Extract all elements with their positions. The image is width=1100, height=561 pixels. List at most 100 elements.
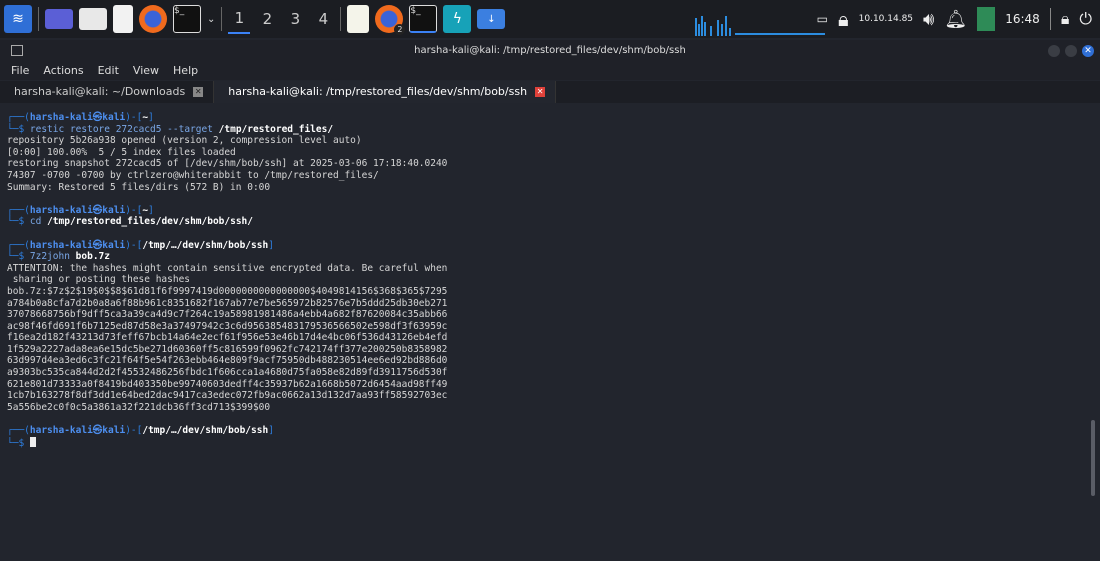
divider bbox=[340, 7, 342, 31]
prompt-user: harsha-kali㉿kali bbox=[29, 204, 126, 216]
tab-downloads[interactable]: harsha-kali@kali: ~/Downloads ✕ bbox=[0, 81, 215, 103]
prompt-frame: )-[ bbox=[125, 425, 143, 437]
maximize-button[interactable] bbox=[1065, 45, 1077, 57]
command-line: └─$ restic restore 272cacd5 --target /tm… bbox=[7, 124, 447, 136]
terminal-icon[interactable]: $_ bbox=[173, 5, 201, 33]
menu-view[interactable]: View bbox=[133, 62, 159, 80]
menu-edit[interactable]: Edit bbox=[98, 62, 119, 80]
minimize-button[interactable] bbox=[1048, 45, 1060, 57]
burp-window-icon[interactable]: ϟ bbox=[443, 5, 472, 33]
downloads-folder-icon[interactable]: ↓ bbox=[477, 9, 506, 29]
tab-bar: harsha-kali@kali: ~/Downloads ✕ harsha-ka… bbox=[0, 81, 1100, 103]
prompt-dollar: └─$ bbox=[7, 251, 30, 263]
prompt-frame: ] bbox=[148, 204, 154, 216]
window-title: harsha-kali@kali: /tmp/restored_files/de… bbox=[414, 45, 686, 56]
divider bbox=[38, 7, 39, 31]
volume-icon[interactable]: 🔊︎ bbox=[923, 9, 934, 30]
output-line: sharing or posting these hashes bbox=[7, 274, 191, 286]
system-tray: ▭ 🔒︎ 10.10.14.85 🔊︎ 🔔︎ 16:48 🔒︎ ⏻ bbox=[817, 0, 1092, 38]
logout-icon[interactable]: ⏻ bbox=[1079, 9, 1092, 29]
output-line: bob.7z:$7z$2$19$0$$8$61d81f6f9997419d000… bbox=[7, 285, 448, 297]
firefox-window-icon[interactable]: 2 bbox=[375, 5, 406, 35]
display-icon[interactable]: ▭ bbox=[817, 12, 828, 26]
output-line: restoring snapshot 272cacd5 of [/dev/shm… bbox=[7, 158, 448, 170]
prompt-frame: ] bbox=[268, 239, 274, 251]
prompt-frame: )-[ bbox=[125, 204, 143, 216]
terminal-window-icon[interactable]: $_ bbox=[409, 5, 438, 33]
prompt-user: harsha-kali㉿kali bbox=[29, 112, 126, 123]
chevron-down-icon[interactable]: ⌄ bbox=[207, 4, 215, 34]
battery-icon[interactable] bbox=[977, 7, 996, 31]
terminal-app-icon bbox=[11, 45, 23, 56]
prompt-line: ┌──(harsha-kali㉿kali)-[~] bbox=[7, 112, 447, 124]
prompt-user: harsha-kali㉿kali bbox=[29, 239, 126, 251]
command-name: cd bbox=[29, 216, 42, 228]
kali-menu-icon[interactable]: ≋ bbox=[4, 5, 32, 33]
text-editor-icon[interactable] bbox=[113, 5, 133, 33]
output-line: a784b0a8cfa7d2b0a8a6f88b961c8351682f167a… bbox=[7, 297, 448, 309]
command-name: 7z2john bbox=[29, 251, 70, 263]
prompt-frame: ┌──( bbox=[7, 425, 30, 437]
window-titlebar: harsha-kali@kali: /tmp/restored_files/de… bbox=[0, 40, 1100, 62]
clock[interactable]: 16:48 bbox=[1005, 12, 1040, 26]
command-line: └─$ cd /tmp/restored_files/dev/shm/bob/s… bbox=[7, 216, 447, 228]
workspace-4[interactable]: 4 bbox=[312, 4, 334, 34]
window-count-badge: 2 bbox=[394, 24, 406, 35]
output-line: ac98f46fd691f6b7125ed87d58e3a37497942c3c… bbox=[7, 320, 448, 332]
command-path-arg: /tmp/restored_files/dev/shm/bob/ssh/ bbox=[47, 216, 253, 228]
lock-screen-icon[interactable]: 🔒︎ bbox=[1061, 9, 1070, 29]
prompt-dollar: └─$ bbox=[7, 437, 30, 449]
tab-label: harsha-kali@kali: ~/Downloads bbox=[14, 85, 186, 98]
output-line: 1f529a2227ada8ea6e15dc5be271d60360ff5c81… bbox=[7, 343, 448, 355]
prompt-frame: )-[ bbox=[125, 112, 143, 123]
prompt-frame: ] bbox=[268, 425, 274, 437]
workspace-2[interactable]: 2 bbox=[256, 4, 278, 34]
terminal-output[interactable]: ┌──(harsha-kali㉿kali)-[~] └─$ restic rest… bbox=[7, 112, 447, 449]
output-line: f16ea2d182f43213d73feff67bcb14a64e2ecf61… bbox=[7, 332, 448, 344]
prompt-frame: ┌──( bbox=[7, 204, 30, 216]
divider bbox=[1049, 8, 1051, 30]
menu-file[interactable]: File bbox=[11, 62, 29, 80]
workspace-3[interactable]: 3 bbox=[284, 4, 306, 34]
menu-help[interactable]: Help bbox=[173, 62, 198, 80]
output-line: a9303bc535ca844d2d2f45532486256fbdc1f606… bbox=[7, 367, 448, 379]
command-path-arg: /tmp/restored_files/ bbox=[218, 123, 334, 135]
ip-address: 10.10.14.85 bbox=[858, 14, 914, 24]
workspace-1[interactable]: 1 bbox=[228, 4, 251, 34]
divider bbox=[221, 7, 223, 31]
cursor bbox=[29, 436, 36, 447]
close-tab-icon[interactable]: ✕ bbox=[193, 87, 204, 97]
prompt-line: ┌──(harsha-kali㉿kali)-[~] bbox=[7, 205, 447, 217]
network-graph bbox=[695, 16, 825, 36]
output-line: 621e801d73333a0f8419bd403350be99740603de… bbox=[7, 378, 448, 390]
document-window-icon[interactable] bbox=[347, 5, 370, 33]
prompt-cwd: /tmp/…/dev/shm/bob/ssh bbox=[142, 239, 269, 251]
prompt-frame: ] bbox=[148, 112, 154, 123]
firefox-icon[interactable] bbox=[139, 5, 167, 33]
menu-bar: File Actions Edit View Help bbox=[0, 62, 1100, 80]
command-args: restore 272cacd5 --target bbox=[64, 123, 219, 135]
close-tab-icon[interactable]: ✕ bbox=[535, 87, 546, 97]
prompt-user: harsha-kali㉿kali bbox=[29, 425, 126, 437]
output-line: 1cb7b163278f8df3dd1e64bed2dac9417ca3edec… bbox=[7, 390, 448, 402]
command-name: restic bbox=[29, 123, 65, 135]
file-manager-icon[interactable] bbox=[79, 8, 107, 30]
menu-actions[interactable]: Actions bbox=[43, 62, 83, 80]
output-line: 37078668756bf9dff5ca3a39ca4d9c7f264c19a5… bbox=[7, 309, 448, 321]
prompt-frame: ┌──( bbox=[7, 239, 30, 251]
output-line: [0:00] 100.00% 5 / 5 index files loaded bbox=[7, 146, 236, 158]
tab-ssh[interactable]: harsha-kali@kali: /tmp/restored_files/de… bbox=[214, 81, 557, 103]
prompt-line: ┌──(harsha-kali㉿kali)-[/tmp/…/dev/shm/bo… bbox=[7, 240, 447, 252]
output-line: 74307 -0700 -0700 by ctrlzero@whiterabbi… bbox=[7, 169, 379, 181]
prompt-cwd: /tmp/…/dev/shm/bob/ssh bbox=[142, 425, 269, 437]
prompt-dollar: └─$ bbox=[7, 216, 30, 228]
command-path-arg: bob.7z bbox=[75, 251, 110, 263]
prompt-dollar: └─$ bbox=[7, 123, 30, 135]
notification-bell-icon[interactable]: 🔔︎ bbox=[944, 9, 967, 30]
command-line[interactable]: └─$ bbox=[7, 436, 447, 450]
network-lock-icon[interactable]: 🔒︎ bbox=[838, 7, 849, 31]
close-button[interactable]: ✕ bbox=[1082, 45, 1094, 57]
scrollbar[interactable] bbox=[1091, 420, 1095, 496]
show-desktop-icon[interactable] bbox=[45, 9, 73, 29]
